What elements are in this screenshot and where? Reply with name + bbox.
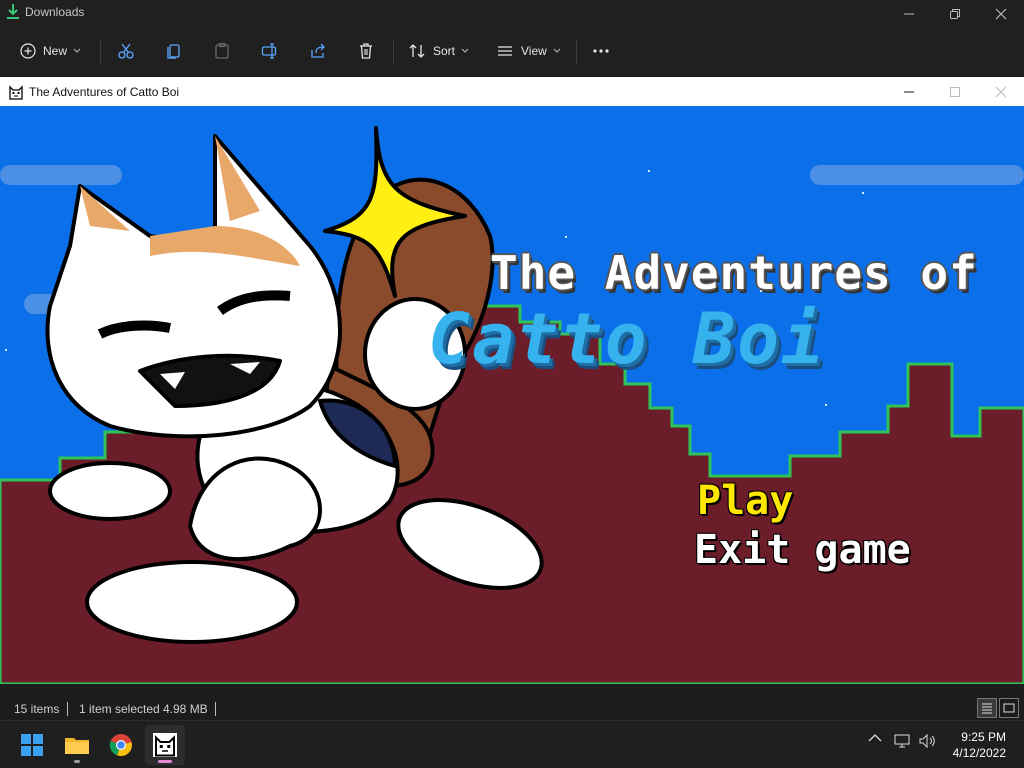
view-button[interactable]: View [496,36,561,66]
plus-circle-icon [20,43,36,59]
clock-time: 9:25 PM [961,730,1006,744]
close-button[interactable] [978,0,1024,28]
explorer-status-bar: 15 items 1 item selected 4.98 MB [0,684,1024,720]
taskbar-file-explorer[interactable] [57,725,97,765]
sort-button[interactable]: Sort [408,36,469,66]
chevron-down-icon [461,48,469,53]
rename-button[interactable] [261,36,279,66]
explorer-toolbar: New Sort View [0,28,1024,76]
toolbar-divider [100,40,101,64]
minimize-icon [904,91,914,92]
taskbar: 9:25 PM 4/12/2022 [0,720,1024,768]
folder-icon [65,738,89,754]
paste-icon [215,42,229,59]
cat-app-icon [153,733,177,757]
more-icon [593,49,609,53]
system-clock[interactable]: 9:25 PM 4/12/2022 [953,729,1006,761]
toolbar-divider [393,40,394,64]
explorer-title-bar: Downloads [0,0,1024,28]
game-background [0,106,1024,684]
copy-button[interactable] [165,36,183,66]
game-maximize-button[interactable] [932,77,978,106]
rename-icon [261,43,277,59]
more-options-button[interactable] [592,36,610,66]
chevron-down-icon [553,48,561,53]
trash-icon [360,43,372,59]
close-icon [995,8,1007,20]
view-label: View [521,44,547,58]
selection-info: 1 item selected [79,702,160,716]
running-indicator [74,760,80,763]
windows-logo-icon [21,734,43,756]
cloud [0,165,122,185]
game-close-button[interactable] [978,77,1024,106]
share-icon [311,43,325,58]
view-lines-icon [498,46,512,56]
explorer-window-title: Downloads [25,5,85,19]
network-button[interactable] [894,733,912,749]
volume-button[interactable] [918,733,938,749]
delete-button[interactable] [357,36,375,66]
game-title-line2: Catto Boi [428,298,826,380]
game-title-line1: The Adventures of [490,246,978,300]
game-title-bar: The Adventures of Catto Boi [0,77,1024,106]
restore-button[interactable] [932,0,978,28]
network-icon [894,734,910,748]
restore-icon [950,9,960,19]
cloud [810,165,1024,185]
menu-exit-option[interactable]: Exit game [694,527,911,573]
game-window: The Adventures of Catto Boi The Adventur… [0,77,1024,684]
maximize-icon [950,86,960,97]
minimize-button[interactable] [886,0,932,28]
chevron-down-icon [73,48,81,53]
speaker-icon [919,733,935,749]
details-view-icon [982,703,992,714]
new-button[interactable]: New [20,36,81,66]
minimize-icon [904,13,914,15]
game-minimize-button[interactable] [886,77,932,106]
download-icon [7,4,19,19]
share-button[interactable] [309,36,327,66]
sort-icon [409,44,425,58]
item-count: 15 items [14,702,60,716]
selection-size: 4.98 MB [163,702,208,716]
clock-date: 4/12/2022 [952,746,1006,760]
tiles-view-button[interactable] [999,698,1019,718]
copy-icon [167,44,180,59]
game-canvas[interactable]: The Adventures of Catto Boi Play Exit ga… [0,106,1024,684]
tiles-view-icon [1003,703,1015,713]
details-view-button[interactable] [977,698,997,718]
sort-label: Sort [433,44,456,58]
start-button[interactable] [12,725,52,765]
status-divider [67,702,68,716]
chrome-icon [109,734,132,757]
cat-app-icon [8,84,24,100]
new-label: New [43,44,68,58]
taskbar-chrome[interactable] [101,725,141,765]
toolbar-divider [576,40,577,64]
active-indicator [158,760,172,763]
chevron-up-icon [868,734,882,742]
paste-button[interactable] [213,36,231,66]
taskbar-catto-boi[interactable] [145,725,185,765]
menu-play-option[interactable]: Play [697,478,793,524]
cut-button[interactable] [117,36,135,66]
game-window-title: The Adventures of Catto Boi [29,85,180,99]
scissors-icon [118,43,134,59]
status-divider [215,702,216,716]
close-icon [995,86,1007,97]
show-hidden-icons-button[interactable] [868,733,882,743]
